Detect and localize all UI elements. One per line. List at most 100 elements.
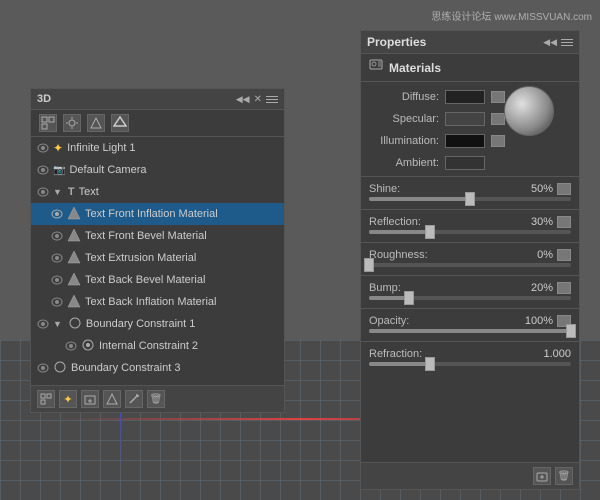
bottom-delete-btn[interactable]: 🗑 xyxy=(147,390,165,408)
layer-text-front-inflation[interactable]: Text Front Inflation Material xyxy=(31,203,284,225)
reflection-track[interactable] xyxy=(369,230,571,234)
visibility-icon[interactable] xyxy=(37,186,49,198)
specular-swatch[interactable] xyxy=(445,112,485,126)
toolbar-meshes-btn[interactable] xyxy=(111,114,129,132)
visibility-icon[interactable] xyxy=(51,296,63,308)
refraction-track[interactable] xyxy=(369,362,571,366)
shine-thumb[interactable] xyxy=(465,192,475,206)
material-sphere xyxy=(504,86,554,136)
panel-menu-icon[interactable] xyxy=(266,96,278,103)
reflection-thumb[interactable] xyxy=(425,225,435,239)
bottom-light-btn[interactable]: ✦ xyxy=(59,390,77,408)
visibility-icon[interactable] xyxy=(37,318,49,330)
layer-internal-2[interactable]: Internal Constraint 2 xyxy=(31,335,284,357)
roughness-thumb[interactable] xyxy=(364,258,374,272)
props-collapse-btn[interactable]: ◀◀ xyxy=(543,37,557,48)
diffuse-folder-btn[interactable] xyxy=(491,91,505,103)
layer-text-back-bevel[interactable]: Text Back Bevel Material xyxy=(31,269,284,291)
layer-text[interactable]: ▼ T Text xyxy=(31,181,284,203)
ambient-row: Ambient: xyxy=(361,152,521,174)
toolbar-materials-btn[interactable] xyxy=(87,114,105,132)
props-header: Properties ◀◀ xyxy=(361,31,579,54)
panel-3d-toolbar xyxy=(31,110,284,137)
layer-infinite-light[interactable]: ✦ Infinite Light 1 xyxy=(31,137,284,159)
illumination-label: Illumination: xyxy=(369,135,439,147)
shine-track[interactable] xyxy=(369,197,571,201)
divider-5 xyxy=(361,308,579,309)
props-menu-icon[interactable] xyxy=(561,39,573,46)
materials-tab-label: Materials xyxy=(389,61,441,75)
layer-default-camera[interactable]: 📷 Default Camera xyxy=(31,159,284,181)
panel-properties: Properties ◀◀ Materials Diffuse: Specula… xyxy=(360,30,580,490)
bump-thumb[interactable] xyxy=(404,291,414,305)
diffuse-label: Diffuse: xyxy=(369,91,439,103)
visibility-icon[interactable] xyxy=(51,252,63,264)
sphere-preview xyxy=(504,86,554,136)
visibility-icon[interactable] xyxy=(65,340,77,352)
layer-name: Text Back Inflation Material xyxy=(85,296,278,308)
constraint-icon xyxy=(68,316,82,333)
materials-tab-icon xyxy=(369,59,383,76)
illumination-row: Illumination: xyxy=(361,130,521,152)
chevron-down-icon[interactable]: ▼ xyxy=(53,319,62,329)
panel-collapse-btn[interactable]: ◀◀ xyxy=(236,94,250,105)
reflection-folder-btn[interactable] xyxy=(557,216,571,228)
shine-value: 50% xyxy=(518,183,553,195)
props-bottom-toolbar: 🗑 xyxy=(361,462,579,489)
bump-label: Bump: xyxy=(369,282,401,294)
roughness-track[interactable] xyxy=(369,263,571,267)
visibility-icon[interactable] xyxy=(51,274,63,286)
diffuse-swatch[interactable] xyxy=(445,90,485,104)
layer-name: Infinite Light 1 xyxy=(67,142,278,154)
shine-label: Shine: xyxy=(369,183,400,195)
illumination-swatch[interactable] xyxy=(445,134,485,148)
bottom-new-btn[interactable] xyxy=(81,390,99,408)
refraction-slider-row: Refraction: 1.000 xyxy=(361,344,579,372)
panel-close-btn[interactable]: ✕ xyxy=(254,94,262,105)
specular-folder-btn[interactable] xyxy=(491,113,505,125)
materials-tab[interactable]: Materials xyxy=(361,54,579,82)
opacity-slider-row: Opacity: 100% xyxy=(361,311,579,339)
material-icon xyxy=(67,250,81,267)
layer-text-extrusion[interactable]: Text Extrusion Material xyxy=(31,247,284,269)
roughness-folder-btn[interactable] xyxy=(557,249,571,261)
ambient-swatch[interactable] xyxy=(445,156,485,170)
visibility-icon[interactable] xyxy=(37,362,49,374)
toolbar-scene-btn[interactable] xyxy=(39,114,57,132)
layer-boundary-3[interactable]: Boundary Constraint 3 xyxy=(31,357,284,379)
constraint-inner-icon xyxy=(81,338,95,355)
panel-3d-controls: ◀◀ ✕ xyxy=(236,94,278,105)
visibility-icon[interactable] xyxy=(51,208,63,220)
layer-list: ✦ Infinite Light 1 📷 Default Camera ▼ T … xyxy=(31,137,284,387)
toolbar-light-btn[interactable] xyxy=(63,114,81,132)
diffuse-row: Diffuse: xyxy=(361,86,521,108)
bottom-constraint-btn[interactable] xyxy=(125,390,143,408)
illumination-folder-btn[interactable] xyxy=(491,135,505,147)
bump-track[interactable] xyxy=(369,296,571,300)
layer-text-back-inflation[interactable]: Text Back Inflation Material xyxy=(31,291,284,313)
chevron-down-icon[interactable]: ▼ xyxy=(53,187,62,197)
bottom-scene-btn[interactable] xyxy=(37,390,55,408)
reflection-label: Reflection: xyxy=(369,216,421,228)
props-delete-btn[interactable]: 🗑 xyxy=(555,467,573,485)
layer-name: Text Extrusion Material xyxy=(85,252,278,264)
layer-name: Text Back Bevel Material xyxy=(85,274,278,286)
opacity-value: 100% xyxy=(518,315,553,327)
visibility-icon[interactable] xyxy=(37,164,49,176)
bottom-material-btn[interactable] xyxy=(103,390,121,408)
opacity-thumb[interactable] xyxy=(566,324,576,338)
refraction-label-row: Refraction: 1.000 xyxy=(369,348,571,360)
opacity-track[interactable] xyxy=(369,329,571,333)
layer-boundary-1[interactable]: ▼ Boundary Constraint 1 xyxy=(31,313,284,335)
layer-text-front-bevel[interactable]: Text Front Bevel Material xyxy=(31,225,284,247)
roughness-label-row: Roughness: 0% xyxy=(369,249,571,261)
props-new-btn[interactable] xyxy=(533,467,551,485)
reflection-value: 30% xyxy=(518,216,553,228)
visibility-icon[interactable] xyxy=(51,230,63,242)
roughness-slider-row: Roughness: 0% xyxy=(361,245,579,273)
refraction-thumb[interactable] xyxy=(425,357,435,371)
visibility-icon[interactable] xyxy=(37,142,49,154)
bump-value: 20% xyxy=(518,282,553,294)
bump-folder-btn[interactable] xyxy=(557,282,571,294)
shine-folder-btn[interactable] xyxy=(557,183,571,195)
